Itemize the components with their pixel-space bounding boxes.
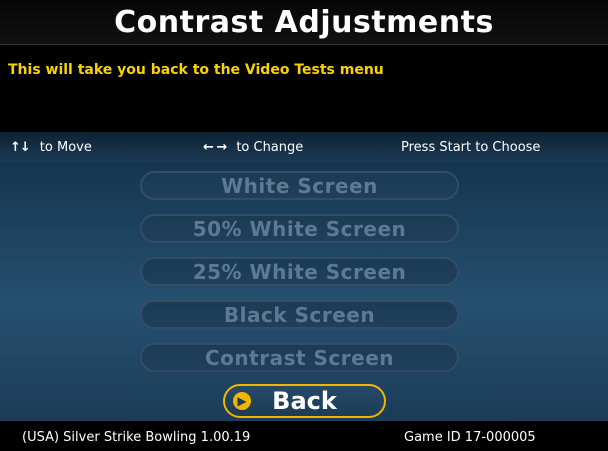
back-label: Back [272, 387, 337, 415]
chevron-right-icon: ▶ [233, 392, 251, 410]
help-message: This will take you back to the Video Tes… [8, 62, 384, 78]
menu-item-label: Contrast Screen [205, 345, 394, 370]
change-instruction: ← → to Change [203, 140, 303, 155]
move-instruction: ↑↓ to Move [10, 140, 92, 155]
back-button[interactable]: ▶ Back [223, 384, 386, 418]
menu-item-label: 50% White Screen [192, 216, 407, 241]
menu-item-label: 25% White Screen [192, 259, 407, 284]
menu-item-label: White Screen [221, 173, 378, 198]
menu-area [0, 162, 608, 421]
up-down-arrows-icon: ↑↓ [10, 139, 31, 155]
page-title: Contrast Adjustments [114, 4, 494, 40]
menu-item-white-screen[interactable]: White Screen [140, 171, 459, 200]
instructions-bar: ↑↓ to Move ← → to Change Press Start to Ch… [0, 132, 608, 162]
title-bar: Contrast Adjustments [0, 0, 608, 45]
left-right-arrows-icon: ← → [203, 139, 227, 155]
move-label: to Move [39, 139, 92, 155]
game-id: Game ID 17-000005 [404, 430, 536, 445]
menu-item-contrast-screen[interactable]: Contrast Screen [140, 343, 459, 372]
menu-item-25-white-screen[interactable]: 25% White Screen [140, 257, 459, 286]
menu-item-50-white-screen[interactable]: 50% White Screen [140, 214, 459, 243]
menu-item-label: Black Screen [223, 302, 376, 327]
menu-item-black-screen[interactable]: Black Screen [140, 300, 459, 329]
footer: (USA) Silver Strike Bowling 1.00.19 Game… [0, 421, 608, 451]
game-info: (USA) Silver Strike Bowling 1.00.19 [22, 430, 251, 445]
change-label: to Change [236, 139, 304, 155]
choose-instruction: Press Start to Choose [401, 139, 541, 155]
